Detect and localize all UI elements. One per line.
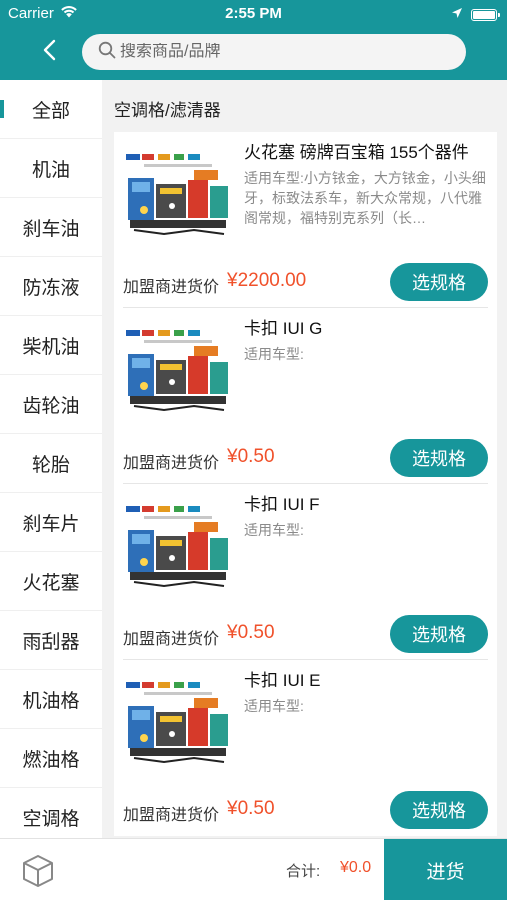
product-thumbnail [124,326,232,414]
status-time: 2:55 PM [225,5,282,22]
sidebar-item-oil-filter[interactable]: 机油格 [0,670,102,729]
sidebar-item-ac-filter[interactable]: 空调格 [0,788,102,838]
select-spec-button[interactable]: 选规格 [390,439,488,477]
bottom-bar: 合计: ¥0.0 进货 [0,838,507,900]
product-thumbnail [124,502,232,590]
product-list: 火花塞 磅牌百宝箱 155个器件 适用车型:小方铱金，大方铱金，小头细牙，标致法… [114,132,497,836]
sidebar-item-gear-oil[interactable]: 齿轮油 [0,375,102,434]
price-label: 加盟商进货价 [123,455,220,472]
product-description: 适用车型:小方铱金，大方铱金，小头细牙，标致法系车，新大众常规，八代雅阁常规，福… [244,170,486,226]
product-card[interactable]: 卡扣 IUI E 适用车型: 加盟商进货价 ¥0.50 选规格 [123,660,488,836]
product-name: 火花塞 磅牌百宝箱 155个器件 [244,143,469,162]
price-value: ¥2200.00 [227,270,307,291]
select-spec-button[interactable]: 选规格 [390,615,488,653]
price-label: 加盟商进货价 [123,631,220,648]
total-value: ¥0.0 [340,859,372,876]
product-description: 适用车型: [244,698,304,714]
product-thumbnail [124,150,232,238]
sidebar-item-fuel-filter[interactable]: 燃油格 [0,729,102,788]
sidebar-item-antifreeze[interactable]: 防冻液 [0,257,102,316]
box-icon[interactable] [20,853,56,889]
sidebar-item-spark-plugs[interactable]: 火花塞 [0,552,102,611]
category-sidebar: 全部 机油 刹车油 防冻液 柴机油 齿轮油 轮胎 刹车片 火花塞 雨刮器 机油格… [0,80,102,838]
total-label: 合计: [286,863,321,880]
product-name: 卡扣 IUI E [244,671,321,690]
top-bar: Carrier 2:55 PM [0,0,507,80]
price-label: 加盟商进货价 [123,807,220,824]
price-value: ¥0.50 [227,622,275,643]
product-thumbnail [124,678,232,766]
battery-icon [471,8,500,21]
price-value: ¥0.50 [227,798,275,819]
back-button[interactable] [36,38,64,66]
product-name: 卡扣 IUI F [244,495,320,514]
sidebar-item-all[interactable]: 全部 [0,80,102,139]
sidebar-item-engine-oil[interactable]: 机油 [0,139,102,198]
sidebar-item-wipers[interactable]: 雨刮器 [0,611,102,670]
status-bar: Carrier 2:55 PM [0,0,507,28]
section-title: 空调格/滤清器 [114,101,221,120]
sidebar-item-tires[interactable]: 轮胎 [0,434,102,493]
select-spec-button[interactable]: 选规格 [390,263,488,301]
product-area: 空调格/滤清器 火花塞 磅牌百宝箱 155个器件 适用车型:小方铱金，大方铱金，… [102,80,507,838]
price-value: ¥0.50 [227,446,275,467]
search-bar[interactable] [82,34,466,70]
product-description: 适用车型: [244,346,304,362]
product-name: 卡扣 IUI G [244,319,323,338]
select-spec-button[interactable]: 选规格 [390,791,488,829]
product-description: 适用车型: [244,522,304,538]
checkout-button[interactable]: 进货 [384,839,507,900]
chevron-left-icon [43,39,57,66]
search-input[interactable] [120,43,450,61]
location-arrow-icon [451,6,463,23]
sidebar-item-brake-fluid[interactable]: 刹车油 [0,198,102,257]
product-card[interactable]: 火花塞 磅牌百宝箱 155个器件 适用车型:小方铱金，大方铱金，小头细牙，标致法… [123,132,488,308]
product-card[interactable]: 卡扣 IUI F 适用车型: 加盟商进货价 ¥0.50 选规格 [123,484,488,660]
search-icon [98,41,116,64]
sidebar-item-brake-pads[interactable]: 刹车片 [0,493,102,552]
price-label: 加盟商进货价 [123,279,220,296]
sidebar-item-diesel-oil[interactable]: 柴机油 [0,316,102,375]
product-card[interactable]: 卡扣 IUI G 适用车型: 加盟商进货价 ¥0.50 选规格 [123,308,488,484]
